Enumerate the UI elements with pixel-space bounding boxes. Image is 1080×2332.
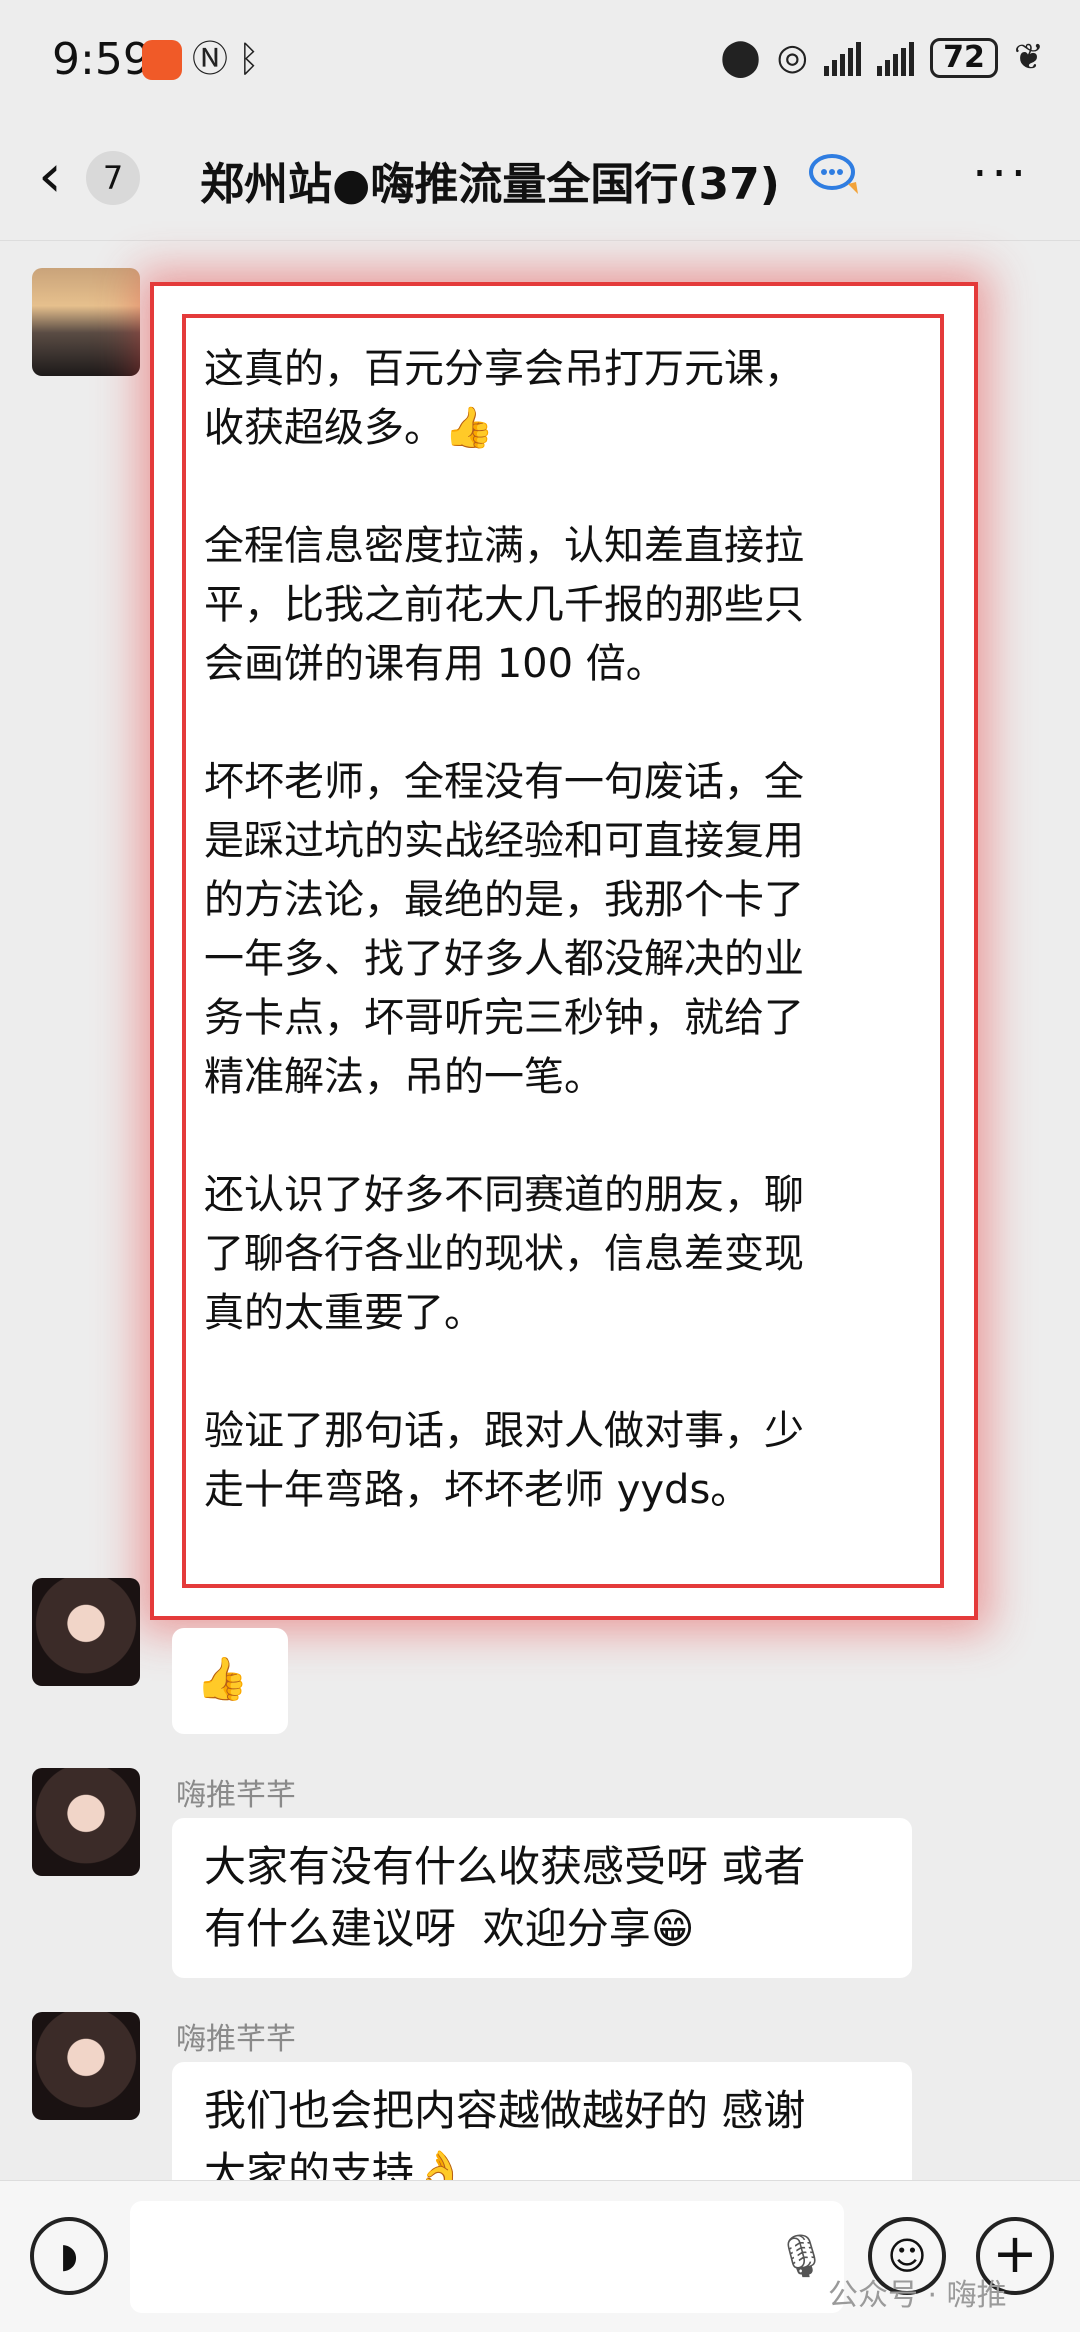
- hotspot-icon: ◎: [776, 37, 809, 78]
- voice-icon: ◗: [60, 2236, 78, 2276]
- nfc-icon: Ⓝ: [192, 39, 229, 80]
- message-text: 这真的，百元分享会吊打万元课， 收获超级多。👍 全程信息密度拉满，认知差直接拉 …: [204, 346, 804, 1513]
- voice-input-button[interactable]: ◗: [30, 2217, 108, 2295]
- watermark: 公众号 · 嗨推: [828, 2278, 1007, 2313]
- chat-header: ‹ 7 郑州站●嗨推流量全国行(37) ···: [0, 120, 1080, 241]
- group-chat-icon: [809, 154, 858, 194]
- signal-icon: [877, 40, 915, 76]
- message-bubble[interactable]: 👍: [172, 1628, 288, 1734]
- back-icon[interactable]: ‹: [38, 146, 62, 206]
- message-input[interactable]: [130, 2201, 844, 2313]
- signal-icon: [824, 40, 862, 76]
- battery-indicator: 72: [930, 38, 998, 78]
- avatar[interactable]: [32, 1768, 140, 1876]
- status-right-icons: ⬤ ◎ 72 ❦: [720, 38, 1044, 78]
- unread-count-badge[interactable]: 7: [86, 151, 140, 205]
- status-left-icons: Ⓝ ᛒ: [142, 40, 260, 80]
- thumbs-up-icon: 👍: [196, 1654, 249, 1703]
- avatar[interactable]: [32, 268, 140, 376]
- status-time: 9:59: [52, 34, 151, 85]
- chat-title: 郑州站●嗨推流量全国行(37): [200, 159, 780, 210]
- avatar[interactable]: [32, 2012, 140, 2120]
- sender-name: 嗨推芊芊: [176, 1778, 296, 1813]
- more-options-icon[interactable]: ···: [972, 146, 1030, 202]
- message-text: 大家有没有什么收获感受呀 或者 有什么建议呀 欢迎分享😁: [204, 1842, 806, 1953]
- leaf-icon: ❦: [1013, 37, 1044, 78]
- app-notification-icon: [142, 40, 182, 80]
- status-bar: 9:59 Ⓝ ᛒ ⬤ ◎ 72 ❦: [0, 0, 1080, 120]
- mic-icon[interactable]: 🎙: [775, 2231, 828, 2281]
- sender-name: 嗨推芊芊: [176, 2022, 296, 2057]
- location-icon: ⬤: [720, 37, 761, 78]
- bluetooth-icon: ᛒ: [238, 39, 260, 80]
- avatar[interactable]: [32, 1578, 140, 1686]
- message-bubble[interactable]: 大家有没有什么收获感受呀 或者 有什么建议呀 欢迎分享😁: [172, 1818, 912, 1978]
